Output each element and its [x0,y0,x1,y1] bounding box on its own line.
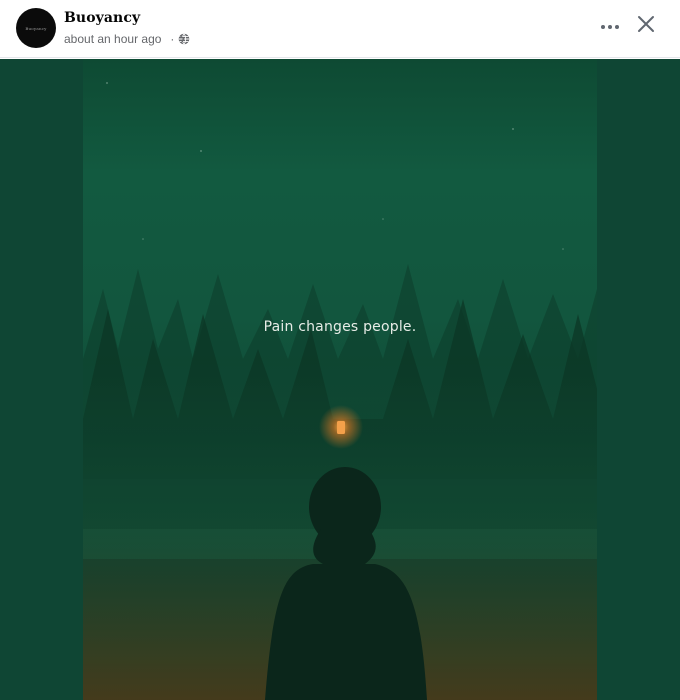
post-meta: about an hour ago · [64,32,190,46]
avatar[interactable]: Buoyancy [16,8,56,48]
dust-particles [106,82,564,250]
more-options-button[interactable] [594,10,626,42]
lantern [337,421,345,434]
globe-icon[interactable] [178,33,190,45]
close-icon [637,15,655,38]
post-image[interactable]: Pain changes people. [83,59,597,700]
meta-separator: · [170,32,175,46]
more-horizontal-icon [600,17,620,35]
post-timestamp[interactable]: about an hour ago [64,32,161,46]
image-caption-text: Pain changes people. [263,319,417,335]
post-media-area: Pain changes people. [0,59,680,700]
post-header: Buoyancy Buoyancy about an hour ago · [0,0,680,58]
forest-scene-illustration [83,82,597,700]
close-button[interactable] [630,10,662,42]
avatar-logo-text: Buoyancy [25,25,47,31]
author-name[interactable]: Buoyancy [64,10,140,26]
